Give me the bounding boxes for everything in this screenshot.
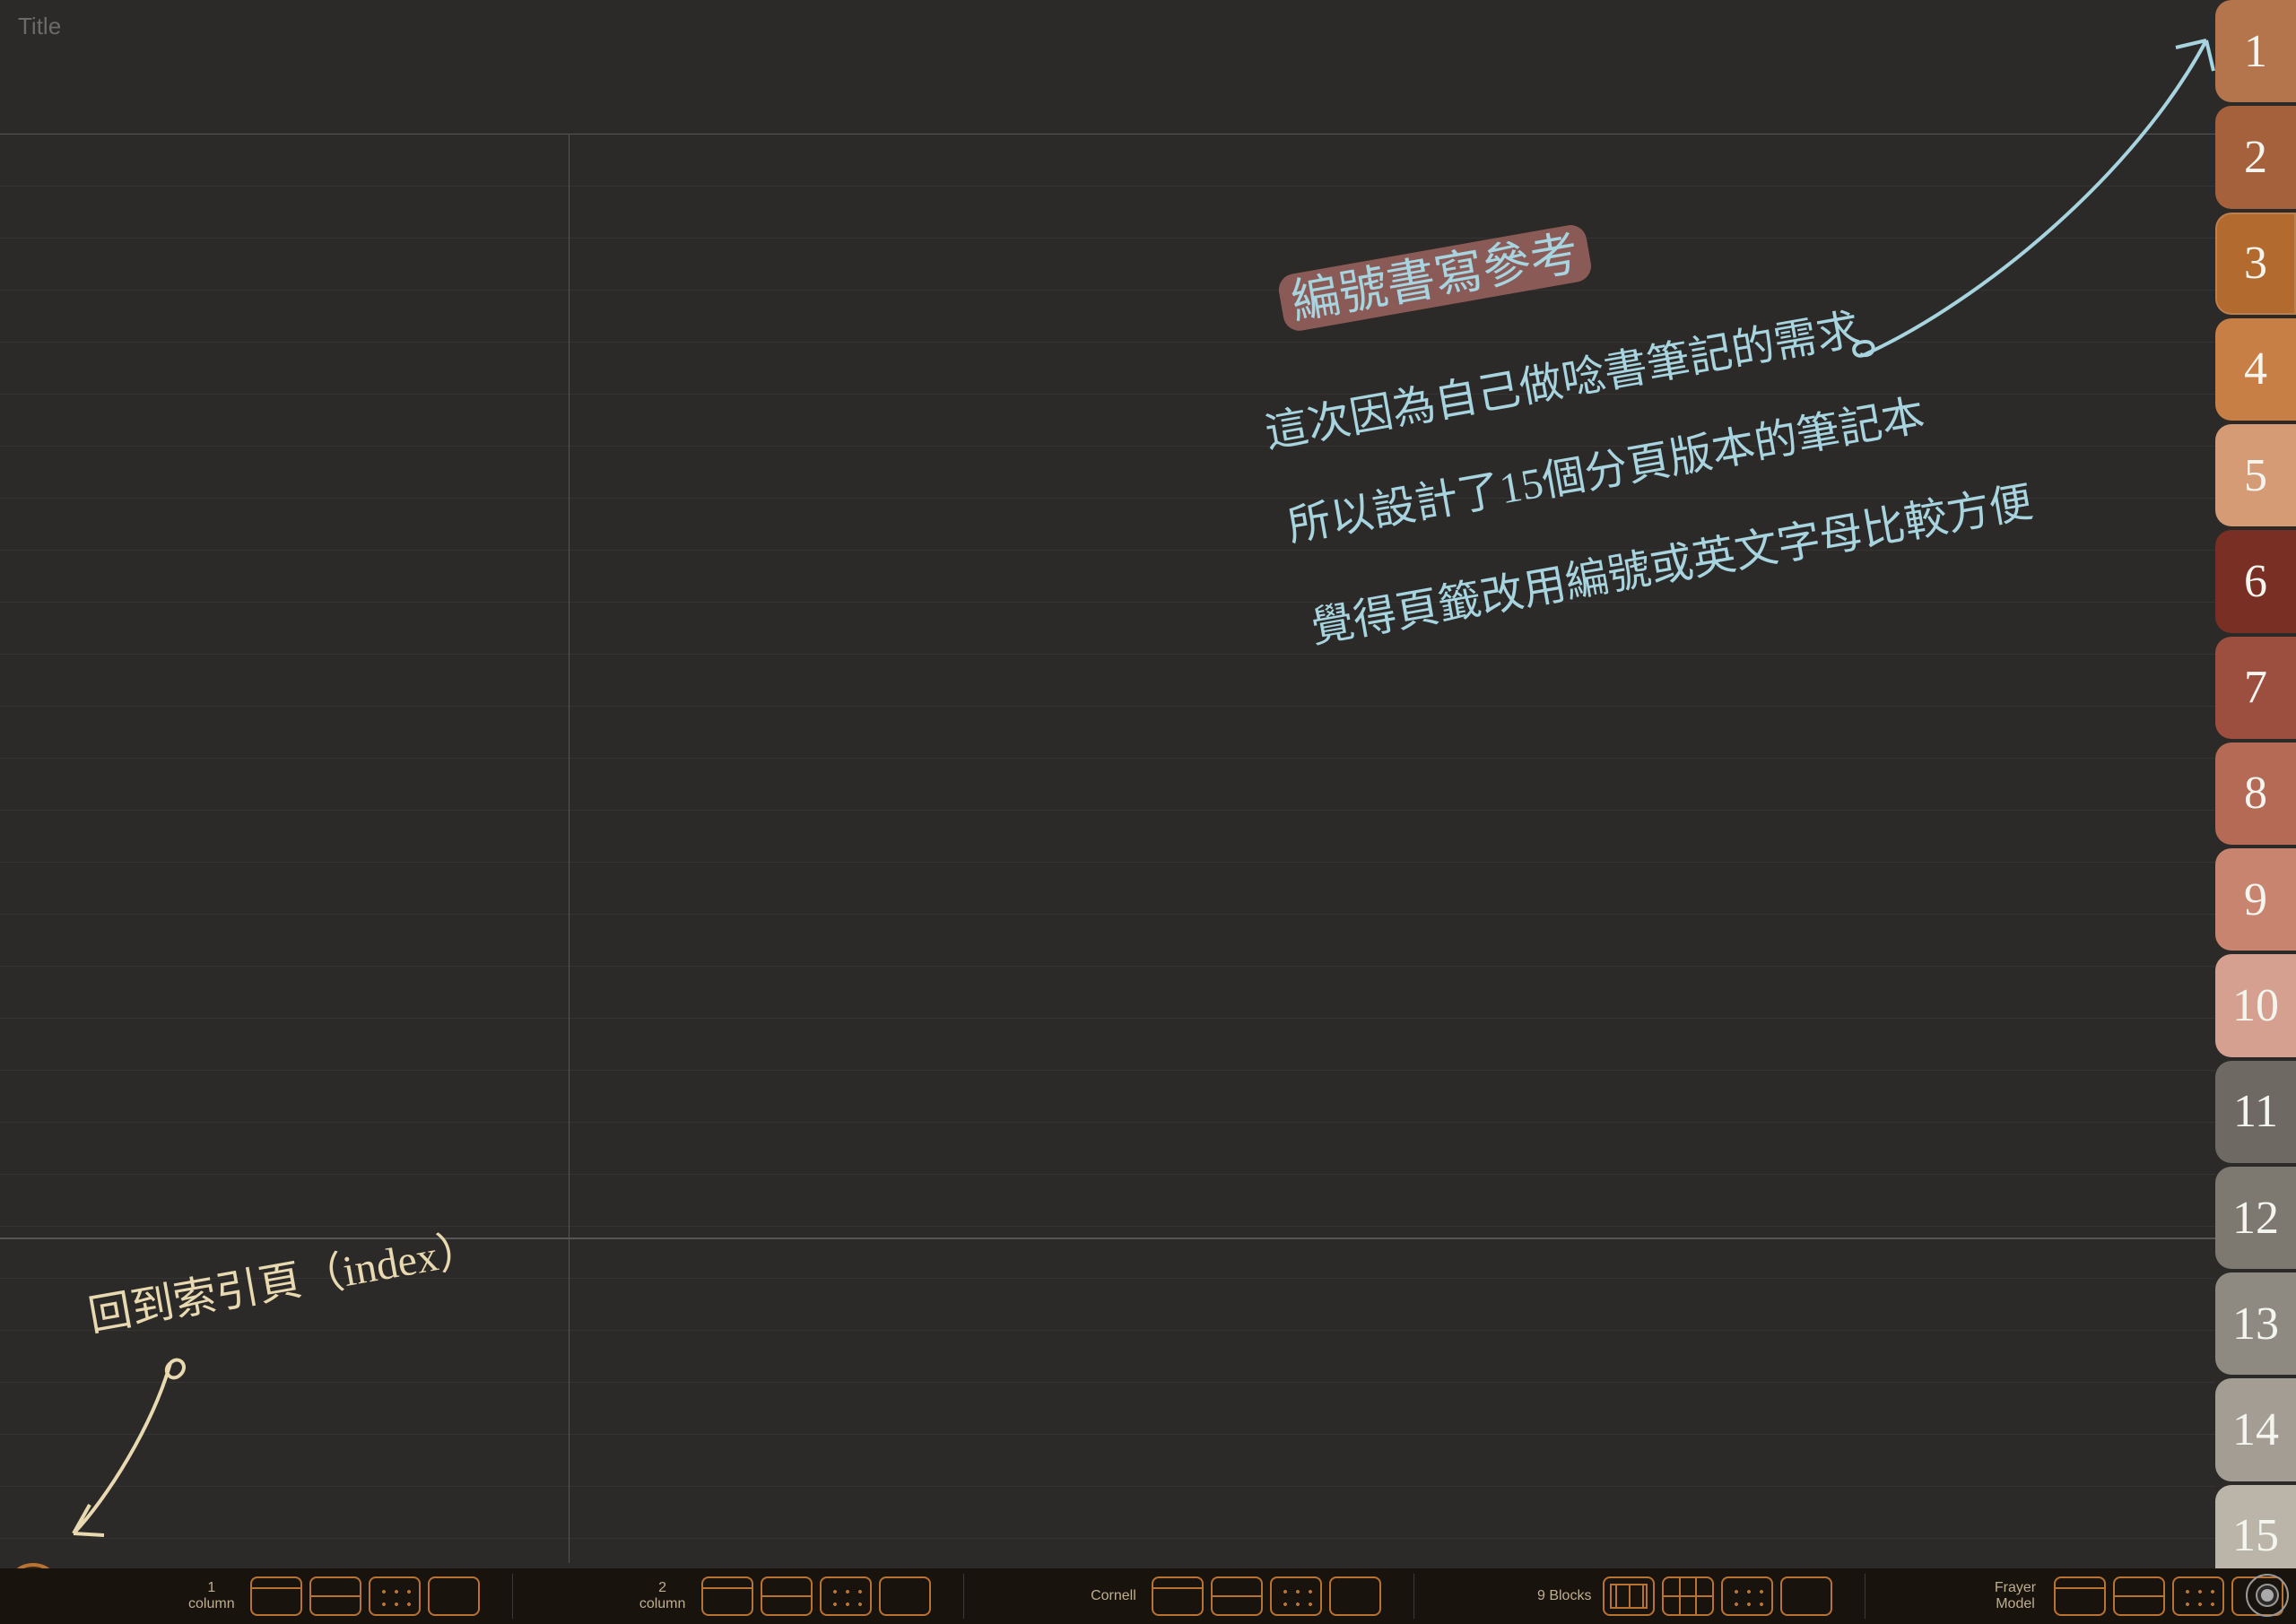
tab-4[interactable]: 4 (2215, 318, 2296, 421)
template-button-dots[interactable] (1270, 1576, 1322, 1616)
toolbar-group-label: 9 Blocks (1533, 1588, 1596, 1604)
toolbar-separator (1413, 1574, 1414, 1619)
template-button-grid[interactable] (1603, 1576, 1655, 1616)
template-button-h[interactable] (2113, 1576, 2165, 1616)
template-button-h-top[interactable] (1152, 1576, 1204, 1616)
template-button-h-top[interactable] (2054, 1576, 2106, 1616)
toolbar-group-label: Cornell (1082, 1588, 1144, 1604)
toolbar-group-label: Frayer Model (1984, 1580, 2047, 1611)
arrow-to-tabs-icon (1848, 13, 2242, 390)
tab-6[interactable]: 6 (2215, 530, 2296, 632)
tab-12[interactable]: 12 (2215, 1167, 2296, 1269)
template-button-h-top[interactable] (701, 1576, 753, 1616)
toolbar-group: Frayer Model (1984, 1576, 2283, 1616)
page-tabs: 123456789101112131415 (2215, 0, 2296, 1587)
tab-1[interactable]: 1 (2215, 0, 2296, 102)
template-button-dots[interactable] (369, 1576, 421, 1616)
template-button-dots[interactable] (1721, 1576, 1773, 1616)
tab-5[interactable]: 5 (2215, 424, 2296, 526)
template-button-h[interactable] (1211, 1576, 1263, 1616)
toolbar-group: 9 Blocks (1533, 1576, 1832, 1616)
template-button-plain[interactable] (428, 1576, 480, 1616)
toolbar-separator (512, 1574, 513, 1619)
template-button-h[interactable] (761, 1576, 813, 1616)
tab-9[interactable]: 9 (2215, 848, 2296, 951)
template-button-h-top[interactable] (250, 1576, 302, 1616)
toolbar-separator (963, 1574, 964, 1619)
title-input[interactable] (0, 0, 359, 53)
toolbar-group: 2 column (631, 1576, 931, 1616)
toolbar-group: Cornell (1082, 1576, 1381, 1616)
tab-7[interactable]: 7 (2215, 637, 2296, 739)
arrow-to-menu-icon (54, 1354, 197, 1551)
handwriting-index-note: 回到索引頁（index） (83, 1212, 484, 1343)
template-button-dots[interactable] (820, 1576, 872, 1616)
tab-2[interactable]: 2 (2215, 106, 2296, 208)
toolbar-separator (1865, 1574, 1866, 1619)
tab-14[interactable]: 14 (2215, 1378, 2296, 1481)
template-toolbar: 1 column 2 column Cornell 9 Blocks Frayer Mo… (0, 1568, 2296, 1624)
tab-10[interactable]: 10 (2215, 954, 2296, 1056)
template-button-plain[interactable] (1329, 1576, 1381, 1616)
tab-13[interactable]: 13 (2215, 1272, 2296, 1375)
handwriting-heading: 編號書寫參考 (1274, 211, 1594, 334)
toolbar-group-label: 2 column (631, 1580, 694, 1611)
note-canvas[interactable]: 編號書寫參考 這次因為自己做唸書筆記的需求 所以設計了15個分頁版本的筆記本 覺… (0, 135, 2215, 1563)
toolbar-group-label: 1 column (180, 1580, 243, 1611)
tab-11[interactable]: 11 (2215, 1061, 2296, 1163)
template-button-dots[interactable] (2172, 1576, 2224, 1616)
toolbar-group: 1 column (180, 1576, 480, 1616)
template-button-plain[interactable] (1780, 1576, 1832, 1616)
record-button[interactable] (2246, 1574, 2289, 1617)
vertical-divider (569, 135, 570, 1563)
template-button-h[interactable] (309, 1576, 361, 1616)
tab-8[interactable]: 8 (2215, 743, 2296, 845)
template-button-plain[interactable] (879, 1576, 931, 1616)
tab-3[interactable]: 3 (2215, 213, 2296, 315)
template-button-grid-h[interactable] (1662, 1576, 1714, 1616)
